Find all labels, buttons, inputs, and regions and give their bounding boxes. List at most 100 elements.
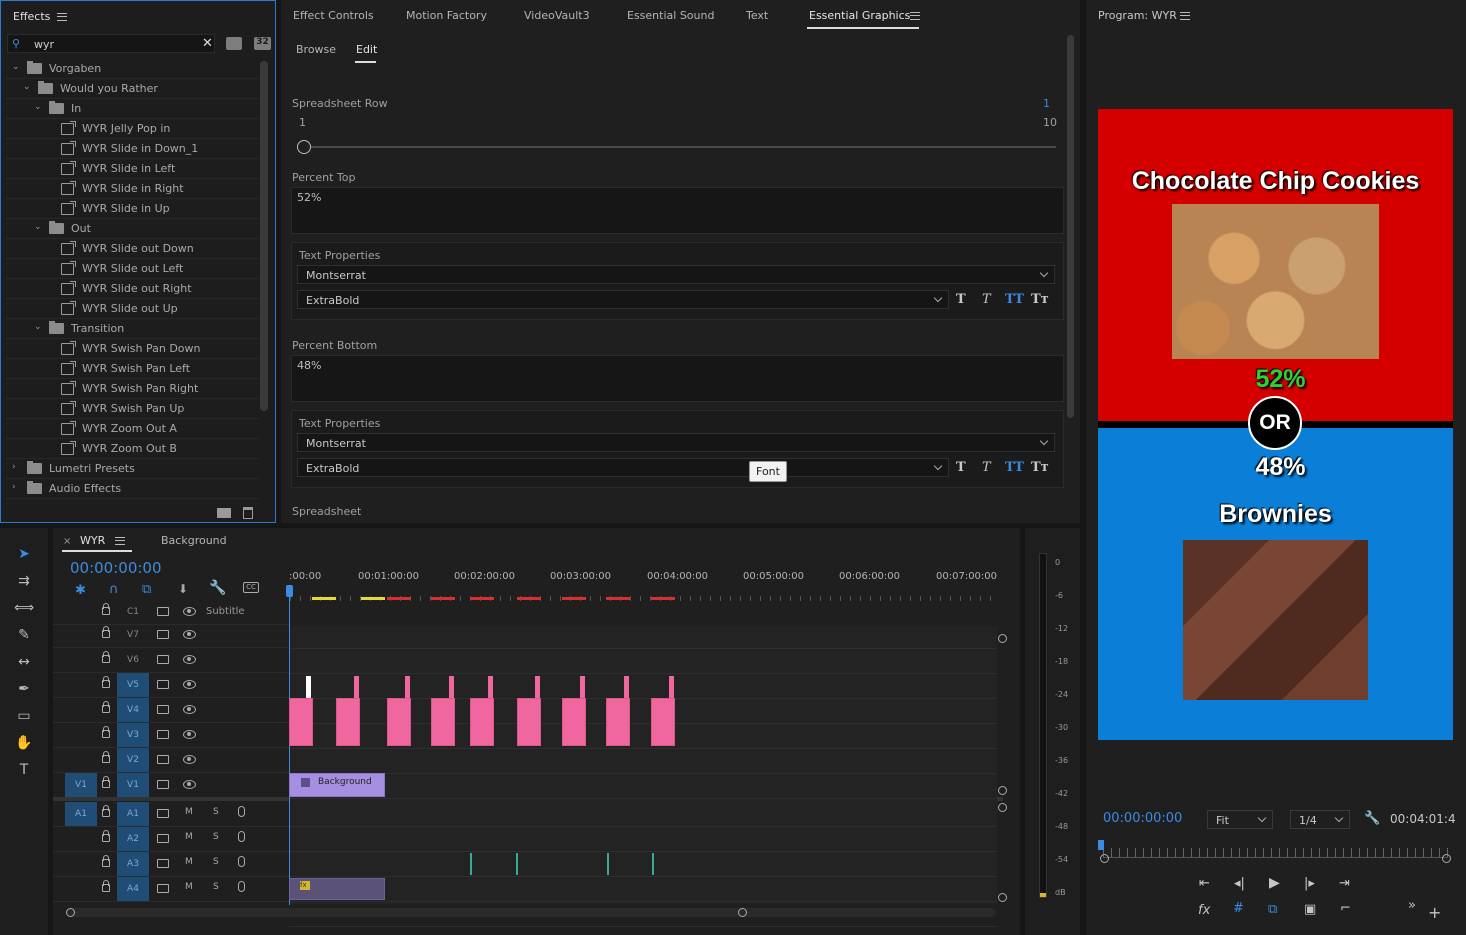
audio-clip[interactable]: fx: [289, 878, 385, 900]
track-name[interactable]: V3: [117, 723, 149, 747]
accelerated-effects-icon[interactable]: [226, 37, 242, 50]
tree-preset[interactable]: WYR Slide in Right: [5, 179, 259, 199]
rectangle-tool-icon[interactable]: ▭: [13, 708, 35, 728]
subtab-browse[interactable]: Browse: [296, 43, 336, 56]
solo-button[interactable]: S: [213, 857, 219, 867]
font-style-dropdown-top[interactable]: ExtraBold: [297, 290, 949, 309]
lock-icon[interactable]: [102, 855, 110, 867]
font-family-dropdown-top[interactable]: Montserrat: [297, 265, 1055, 284]
track-name[interactable]: A3: [117, 852, 149, 876]
font-family-dropdown-bottom[interactable]: Montserrat: [297, 433, 1055, 452]
eg-scrollbar[interactable]: [1067, 35, 1074, 418]
fx-icon[interactable]: fx: [1198, 903, 1210, 918]
lock-icon[interactable]: [102, 726, 110, 738]
tree-folder[interactable]: ⌄ Out: [5, 219, 259, 239]
toggle-sync-icon[interactable]: [157, 884, 169, 893]
timeline-hscroll-track[interactable]: [66, 908, 996, 917]
toggle-sync-icon[interactable]: [157, 730, 169, 739]
tree-preset[interactable]: WYR Swish Pan Left: [5, 359, 259, 379]
eye-icon[interactable]: [183, 607, 196, 616]
track-name[interactable]: V6: [117, 648, 149, 672]
sequence-tab[interactable]: WYR: [80, 534, 105, 547]
tree-preset[interactable]: WYR Slide in Up: [5, 199, 259, 219]
lock-icon[interactable]: [102, 830, 110, 842]
percent-bottom-field[interactable]: 48%: [291, 355, 1064, 402]
tree-preset[interactable]: WYR Slide out Right: [5, 279, 259, 299]
lock-icon[interactable]: [102, 776, 110, 788]
lock-icon[interactable]: [102, 626, 110, 638]
razor-tool-icon[interactable]: ✎: [13, 627, 35, 647]
toggle-sync-icon[interactable]: [157, 809, 169, 818]
source-patch-v1[interactable]: V1: [65, 773, 97, 797]
graphic-clip[interactable]: [431, 698, 455, 746]
graphic-clip-small[interactable]: [669, 676, 674, 698]
essential-graphics-menu-icon[interactable]: [910, 12, 920, 20]
in-point-handle[interactable]: [1100, 854, 1109, 863]
chevron-down-icon[interactable]: ⌄: [34, 222, 42, 232]
audio-clip-marker[interactable]: [470, 853, 472, 875]
search-input[interactable]: wyr: [34, 38, 54, 51]
program-menu-icon[interactable]: [1180, 12, 1190, 20]
go-to-out-icon[interactable]: ⇥: [1339, 876, 1350, 891]
tree-preset[interactable]: WYR Slide out Left: [5, 259, 259, 279]
delete-icon[interactable]: [243, 507, 253, 519]
mute-button[interactable]: M: [185, 832, 193, 842]
chevron-right-icon[interactable]: ›: [12, 462, 16, 472]
tree-preset[interactable]: WYR Swish Pan Up: [5, 399, 259, 419]
safe-margins-icon[interactable]: #: [1233, 901, 1244, 916]
graphic-clip-small[interactable]: [306, 676, 311, 698]
background-tab[interactable]: Background: [161, 534, 227, 547]
graphic-clip[interactable]: [470, 698, 494, 746]
toggle-sync-icon[interactable]: [157, 630, 169, 639]
graphic-clip-small[interactable]: [405, 676, 410, 698]
toggle-sync-icon[interactable]: [157, 655, 169, 664]
lock-icon[interactable]: [102, 676, 110, 688]
solo-button[interactable]: S: [213, 807, 219, 817]
graphic-clip-small[interactable]: [488, 676, 493, 698]
bold-icon[interactable]: T: [956, 460, 966, 475]
toggle-sync-icon[interactable]: [157, 705, 169, 714]
track-name[interactable]: V7: [117, 623, 149, 647]
nest-icon[interactable]: ⧉: [142, 582, 151, 597]
chevron-down-icon[interactable]: ⌄: [12, 62, 20, 72]
solo-button[interactable]: S: [213, 832, 219, 842]
tree-folder[interactable]: ⌄ Would you Rather: [5, 79, 259, 99]
track-name[interactable]: A4: [117, 877, 149, 901]
tree-folder[interactable]: ⌄ Transition: [5, 319, 259, 339]
toggle-sync-icon[interactable]: [157, 755, 169, 764]
mic-icon[interactable]: [238, 806, 245, 817]
playhead-marker[interactable]: [1098, 840, 1104, 850]
tab-effect-controls[interactable]: Effect Controls: [293, 9, 374, 22]
lock-icon[interactable]: [102, 880, 110, 892]
timeline-timecode[interactable]: 00:00:00:00: [70, 559, 162, 577]
slip-tool-icon[interactable]: ↔: [13, 654, 35, 674]
audio-clip-marker[interactable]: [516, 853, 518, 875]
lock-icon[interactable]: [102, 603, 110, 615]
track-select-icon[interactable]: ⇉: [13, 573, 35, 593]
ripple-edit-icon[interactable]: ⟺: [13, 600, 35, 620]
slider-thumb[interactable]: [297, 140, 311, 154]
selection-tool-icon[interactable]: ➤: [13, 546, 35, 566]
timeline-settings-icon[interactable]: 🔧: [209, 580, 226, 596]
track-name[interactable]: C1: [117, 600, 149, 624]
clear-search-icon[interactable]: ✕: [202, 36, 213, 51]
mute-button[interactable]: M: [185, 857, 193, 867]
tab-motion-factory[interactable]: Motion Factory: [406, 9, 487, 22]
play-icon[interactable]: ▶: [1269, 875, 1280, 891]
background-clip[interactable]: Background: [289, 773, 385, 797]
source-patch-a1[interactable]: A1: [65, 802, 97, 826]
tree-preset[interactable]: WYR Slide in Left: [5, 159, 259, 179]
step-back-icon[interactable]: ◂|: [1234, 876, 1245, 891]
type-tool-icon[interactable]: T: [13, 762, 35, 782]
fit-dropdown[interactable]: Fit: [1207, 810, 1273, 829]
percent-top-field[interactable]: 52%: [291, 187, 1064, 234]
effects-search[interactable]: ⚲ wyr ✕: [7, 34, 215, 53]
small-caps-icon[interactable]: Tт: [1031, 292, 1049, 307]
tree-preset[interactable]: WYR Swish Pan Down: [5, 339, 259, 359]
add-marker-icon[interactable]: ⬇: [178, 582, 188, 596]
graphic-clip-small[interactable]: [624, 676, 629, 698]
close-sequence-icon[interactable]: ×: [63, 536, 71, 547]
32bit-effects-icon[interactable]: 32: [254, 37, 271, 50]
playhead-head[interactable]: [286, 585, 293, 597]
toggle-sync-icon[interactable]: [157, 680, 169, 689]
